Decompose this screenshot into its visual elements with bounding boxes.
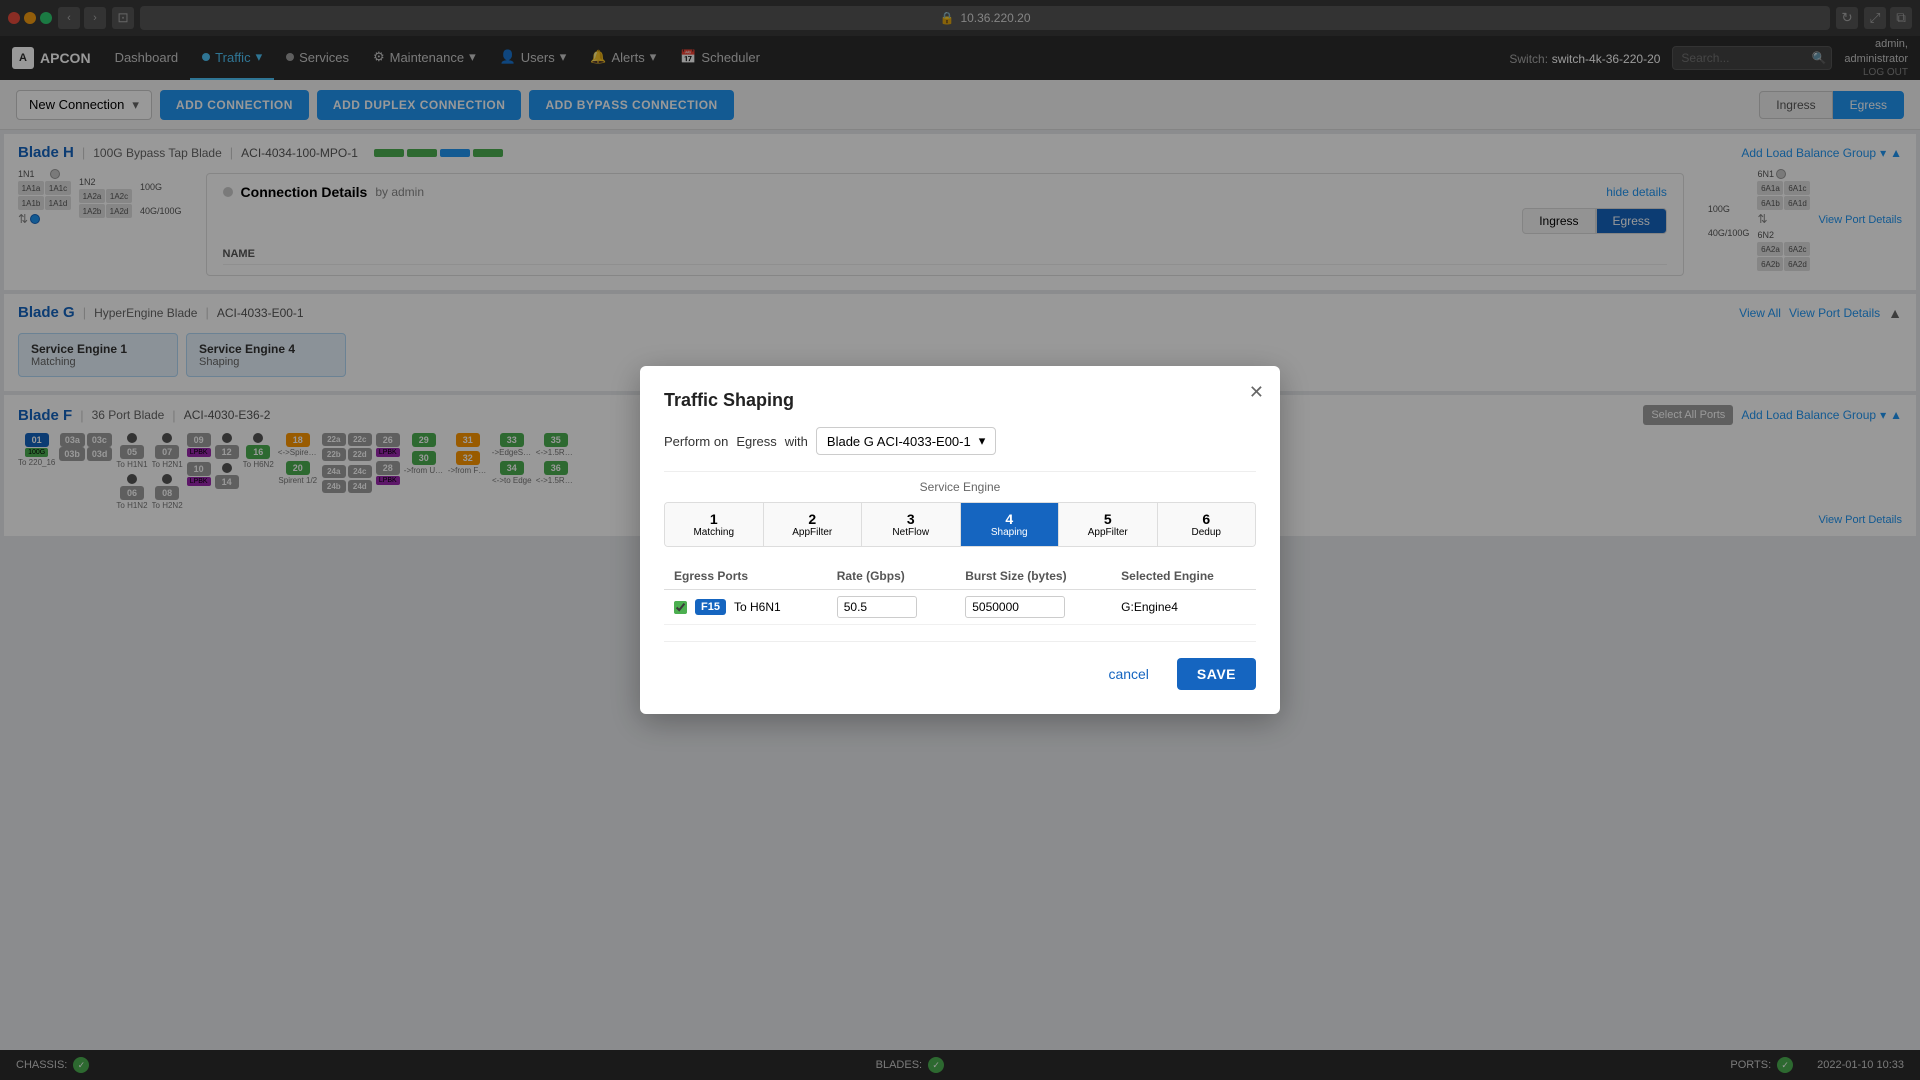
modal-close-btn[interactable]: ✕ xyxy=(1249,382,1264,403)
col-rate: Rate (Gbps) xyxy=(827,563,955,590)
se-tab-4[interactable]: 4 Shaping xyxy=(961,503,1060,546)
se-tab-1-name: Matching xyxy=(669,527,759,538)
se-tab-6-num: 6 xyxy=(1162,511,1252,527)
chevron-down-icon-modal: ▾ xyxy=(979,433,986,449)
blade-dropdown[interactable]: Blade G ACI-4033-E00-1 ▾ xyxy=(816,427,996,455)
se-tab-2-num: 2 xyxy=(768,511,858,527)
se-tab-4-num: 4 xyxy=(965,511,1055,527)
port-dest: To H6N1 xyxy=(734,600,781,614)
port-row-egress: F15 To H6N1 xyxy=(664,590,827,625)
save-button[interactable]: SAVE xyxy=(1177,658,1256,690)
port-table: Egress Ports Rate (Gbps) Burst Size (byt… xyxy=(664,563,1256,625)
burst-input[interactable] xyxy=(965,596,1065,618)
se-tab-2-name: AppFilter xyxy=(768,527,858,538)
se-tabs-label: Service Engine xyxy=(664,471,1256,494)
modal-footer: cancel SAVE xyxy=(664,641,1256,690)
se-tab-4-name: Shaping xyxy=(965,527,1055,538)
table-row: F15 To H6N1 G:Engine4 xyxy=(664,590,1256,625)
rate-input[interactable] xyxy=(837,596,917,618)
port-checkbox[interactable] xyxy=(674,601,687,614)
cancel-button[interactable]: cancel xyxy=(1092,658,1164,690)
port-cell: F15 To H6N1 xyxy=(674,599,817,615)
se-tab-6[interactable]: 6 Dedup xyxy=(1158,503,1256,546)
col-burst: Burst Size (bytes) xyxy=(955,563,1111,590)
perform-row: Perform on Egress with Blade G ACI-4033-… xyxy=(664,427,1256,455)
traffic-shaping-modal: ✕ Traffic Shaping Perform on Egress with… xyxy=(640,366,1280,714)
se-tab-5[interactable]: 5 AppFilter xyxy=(1059,503,1158,546)
modal-overlay[interactable]: ✕ Traffic Shaping Perform on Egress with… xyxy=(0,0,1920,1080)
se-tab-1-num: 1 xyxy=(669,511,759,527)
egress-keyword: Egress xyxy=(736,434,776,449)
port-table-head: Egress Ports Rate (Gbps) Burst Size (byt… xyxy=(664,563,1256,590)
col-engine: Selected Engine xyxy=(1111,563,1256,590)
se-tab-5-name: AppFilter xyxy=(1063,527,1153,538)
port-row-engine: G:Engine4 xyxy=(1111,590,1256,625)
blade-dropdown-label: Blade G ACI-4033-E00-1 xyxy=(827,434,971,449)
se-tab-2[interactable]: 2 AppFilter xyxy=(764,503,863,546)
se-tabs: 1 Matching 2 AppFilter 3 NetFlow 4 Shapi… xyxy=(664,502,1256,547)
se-tab-3[interactable]: 3 NetFlow xyxy=(862,503,961,546)
port-row-burst xyxy=(955,590,1111,625)
modal-title: Traffic Shaping xyxy=(664,390,1256,411)
with-keyword: with xyxy=(785,434,808,449)
port-table-header-row: Egress Ports Rate (Gbps) Burst Size (byt… xyxy=(664,563,1256,590)
se-tab-3-num: 3 xyxy=(866,511,956,527)
port-table-body: F15 To H6N1 G:Engine4 xyxy=(664,590,1256,625)
port-tag-f15: F15 xyxy=(695,599,726,615)
se-tab-6-name: Dedup xyxy=(1162,527,1252,538)
col-egress-ports: Egress Ports xyxy=(664,563,827,590)
perform-label: Perform on xyxy=(664,434,728,449)
se-tab-3-name: NetFlow xyxy=(866,527,956,538)
port-row-rate xyxy=(827,590,955,625)
se-tab-5-num: 5 xyxy=(1063,511,1153,527)
se-tabs-section: Service Engine 1 Matching 2 AppFilter 3 … xyxy=(664,471,1256,547)
se-tab-1[interactable]: 1 Matching xyxy=(665,503,764,546)
